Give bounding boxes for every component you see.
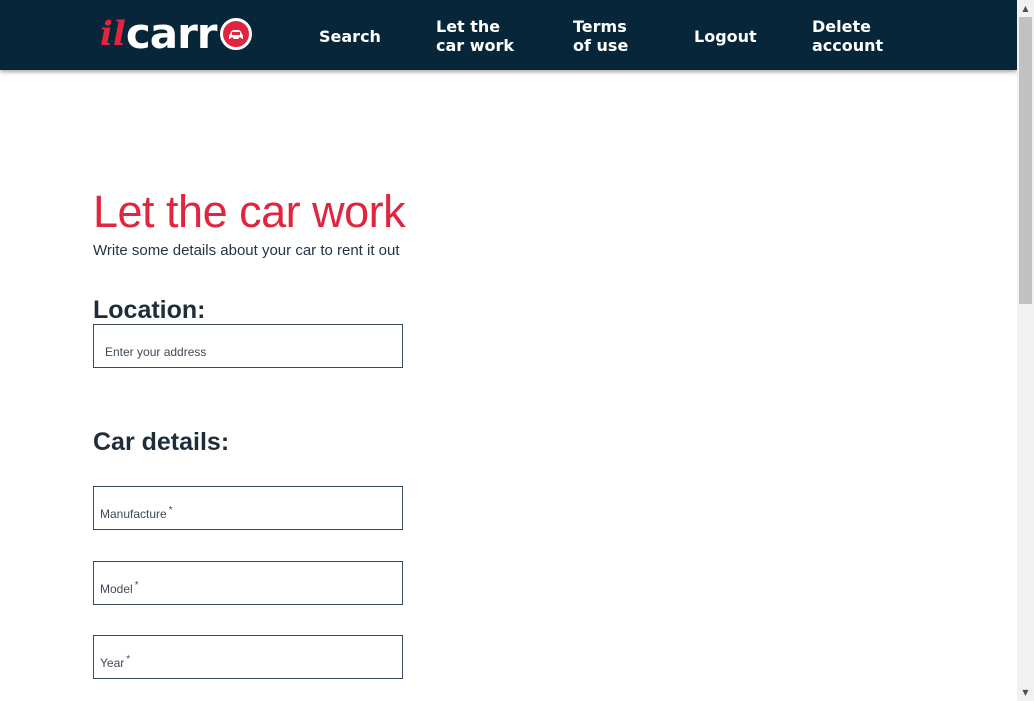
- location-heading: Location:: [93, 296, 206, 324]
- page-title: Let the car work: [93, 186, 406, 237]
- address-input[interactable]: Enter your address: [93, 324, 403, 368]
- nav-delete-line2: account: [812, 36, 884, 55]
- page-subtitle: Write some details about your car to ren…: [93, 242, 400, 259]
- nav-search[interactable]: Search: [319, 27, 381, 46]
- manufacture-input[interactable]: Manufacture *: [93, 486, 403, 530]
- arrow-up-icon[interactable]: ▲: [1017, 0, 1034, 17]
- model-input[interactable]: Model *: [93, 561, 403, 605]
- required-marker: *: [168, 505, 173, 516]
- nav-terms-of-use[interactable]: Terms of use: [573, 17, 628, 55]
- model-label: Model *: [100, 580, 139, 596]
- model-label-text: Model: [100, 582, 133, 596]
- nav-logout[interactable]: Logout: [694, 27, 757, 46]
- nav-delete-account[interactable]: Delete account: [812, 17, 883, 55]
- required-marker: *: [134, 580, 139, 591]
- car-icon: [219, 18, 252, 50]
- vertical-scrollbar[interactable]: ▲ ▼: [1017, 0, 1034, 701]
- top-navigation-bar: il carr Search Let the car work Terms of…: [0, 0, 1017, 70]
- year-label-text: Year: [100, 656, 125, 670]
- required-marker: *: [126, 654, 131, 665]
- arrow-down-icon[interactable]: ▼: [1017, 684, 1034, 701]
- logo-carr-text: carr: [125, 9, 218, 58]
- ilcarro-logo[interactable]: il carr: [100, 9, 290, 58]
- year-input[interactable]: Year *: [93, 635, 403, 679]
- manufacture-label: Manufacture *: [100, 505, 173, 521]
- car-details-heading: Car details:: [93, 428, 230, 456]
- nav-let-the-car-work-line1: Let the: [436, 17, 501, 36]
- scrollbar-thumb[interactable]: [1019, 17, 1032, 304]
- address-placeholder: Enter your address: [105, 345, 207, 359]
- nav-terms-line2: of use: [573, 36, 629, 55]
- nav-let-the-car-work[interactable]: Let the car work: [436, 17, 514, 55]
- nav-logout-label: Logout: [694, 27, 757, 46]
- nav-search-label: Search: [319, 27, 381, 46]
- nav-delete-line1: Delete: [812, 17, 871, 36]
- manufacture-label-text: Manufacture: [100, 507, 167, 521]
- nav-let-the-car-work-line2: car work: [436, 36, 515, 55]
- logo-il-text: il: [100, 14, 126, 54]
- nav-terms-line1: Terms: [573, 17, 627, 36]
- year-label: Year *: [100, 654, 130, 670]
